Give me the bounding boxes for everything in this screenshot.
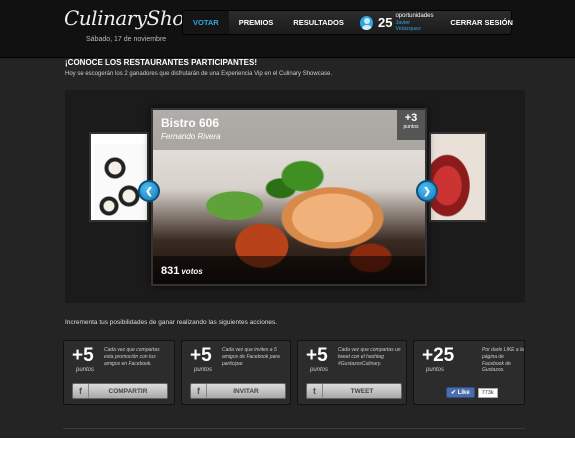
points-label: puntos: [426, 367, 445, 373]
twitter-icon: t: [307, 384, 323, 398]
next-arrow-button[interactable]: ❯: [416, 180, 438, 202]
restaurant-carousel: Bistro 606 Fernando Rivera +3 puntos 831…: [65, 90, 525, 303]
points-value: +5: [190, 345, 212, 366]
chevron-right-icon: ❯: [423, 185, 431, 196]
action-description: Cada vez que compartas esta promoción co…: [104, 347, 160, 367]
restaurant-name: Bistro 606: [161, 116, 220, 130]
action-description: Cada vez que invites a 5 amigos de Faceb…: [222, 347, 280, 367]
share-panel: +5 puntos Cada vez que compartas esta pr…: [63, 340, 175, 405]
points-value: +3: [404, 112, 418, 124]
like-panel: +25 puntos Por darle LIKE a la página de…: [413, 340, 525, 405]
points-value: +25: [422, 345, 455, 366]
user-name: Javier Velázquez: [395, 19, 421, 32]
avatar-icon: [359, 15, 373, 30]
opportunity-word: oportunidades: [395, 13, 434, 20]
points-label: puntos: [194, 367, 213, 373]
facebook-icon: f: [73, 384, 89, 398]
tweet-button-label: TWEET: [350, 387, 374, 395]
card-footer: 831 votos: [153, 256, 425, 284]
invite-panel: +5 puntos Cada vez que invites a 5 amigo…: [181, 340, 291, 405]
logout-button[interactable]: CERRAR SESIÓN: [440, 11, 523, 34]
intro-title: ¡CONOCE LOS RESTAURANTES PARTICIPANTES!: [65, 58, 258, 67]
restaurant-card[interactable]: Bistro 606 Fernando Rivera +3 puntos 831…: [151, 108, 427, 286]
points-value: +5: [306, 345, 328, 366]
opportunity-count: 25: [377, 15, 393, 30]
page: CulinaryShowcase Sábado, 17 de noviembre…: [0, 0, 575, 438]
votes-number: 831: [161, 265, 180, 277]
actions-intro: Incrementa tus posibilidades de ganar re…: [65, 319, 278, 326]
prev-restaurant-card[interactable]: [89, 132, 149, 222]
tweet-panel: +5 puntos Cada vez que compartas un twee…: [297, 340, 407, 405]
like-widget: ✔ Like 773k: [446, 387, 498, 398]
nav-votar[interactable]: VOTAR: [183, 11, 229, 34]
nav-premios[interactable]: PREMIOS: [229, 11, 284, 34]
points-label: puntos: [310, 367, 329, 373]
action-description: Cada vez que compartas un tweet con el h…: [338, 347, 401, 367]
next-restaurant-card[interactable]: [429, 132, 487, 222]
invite-button-label: INVITAR: [233, 387, 259, 395]
sushi-image: [95, 144, 147, 220]
action-description: Por darle LIKE a la página de Facebook d…: [482, 347, 524, 374]
like-button[interactable]: ✔ Like: [446, 387, 475, 398]
opportunity-label: oportunidades Javier Velázquez: [395, 13, 434, 32]
votes-label: votos: [181, 267, 203, 276]
logo[interactable]: CulinaryShowcase Sábado, 17 de noviembre: [64, 6, 244, 43]
share-button[interactable]: f COMPARTIR: [72, 383, 168, 399]
like-count: 773k: [477, 387, 498, 398]
main-nav: VOTAR PREMIOS RESULTADOS 25 oportunidade…: [182, 10, 513, 35]
divider: [63, 428, 525, 429]
header: CulinaryShowcase Sábado, 17 de noviembre…: [0, 0, 575, 58]
header-date: Sábado, 17 de noviembre: [86, 36, 167, 43]
dessert-image: [431, 134, 485, 220]
chevron-left-icon: ❮: [145, 185, 153, 196]
vote-count: 831 votos: [161, 265, 203, 277]
card-header: Bistro 606 Fernando Rivera: [153, 110, 425, 150]
share-button-label: COMPARTIR: [108, 387, 148, 395]
invite-button[interactable]: f INVITAR: [190, 383, 286, 399]
points-value: +5: [72, 345, 94, 366]
points-badge: +3 puntos: [397, 110, 425, 140]
like-button-label: Like: [457, 390, 470, 396]
intro-text: Hoy se escogerán los 2 ganadores que dis…: [65, 71, 333, 77]
facebook-icon: f: [191, 384, 207, 398]
user-box[interactable]: 25 oportunidades Javier Velázquez: [354, 11, 441, 34]
prev-arrow-button[interactable]: ❮: [138, 180, 160, 202]
points-label: puntos: [403, 124, 419, 130]
nav-resultados[interactable]: RESULTADOS: [283, 11, 354, 34]
chef-name: Fernando Rivera: [161, 132, 221, 141]
tweet-button[interactable]: t TWEET: [306, 383, 402, 399]
points-label: puntos: [76, 367, 95, 373]
